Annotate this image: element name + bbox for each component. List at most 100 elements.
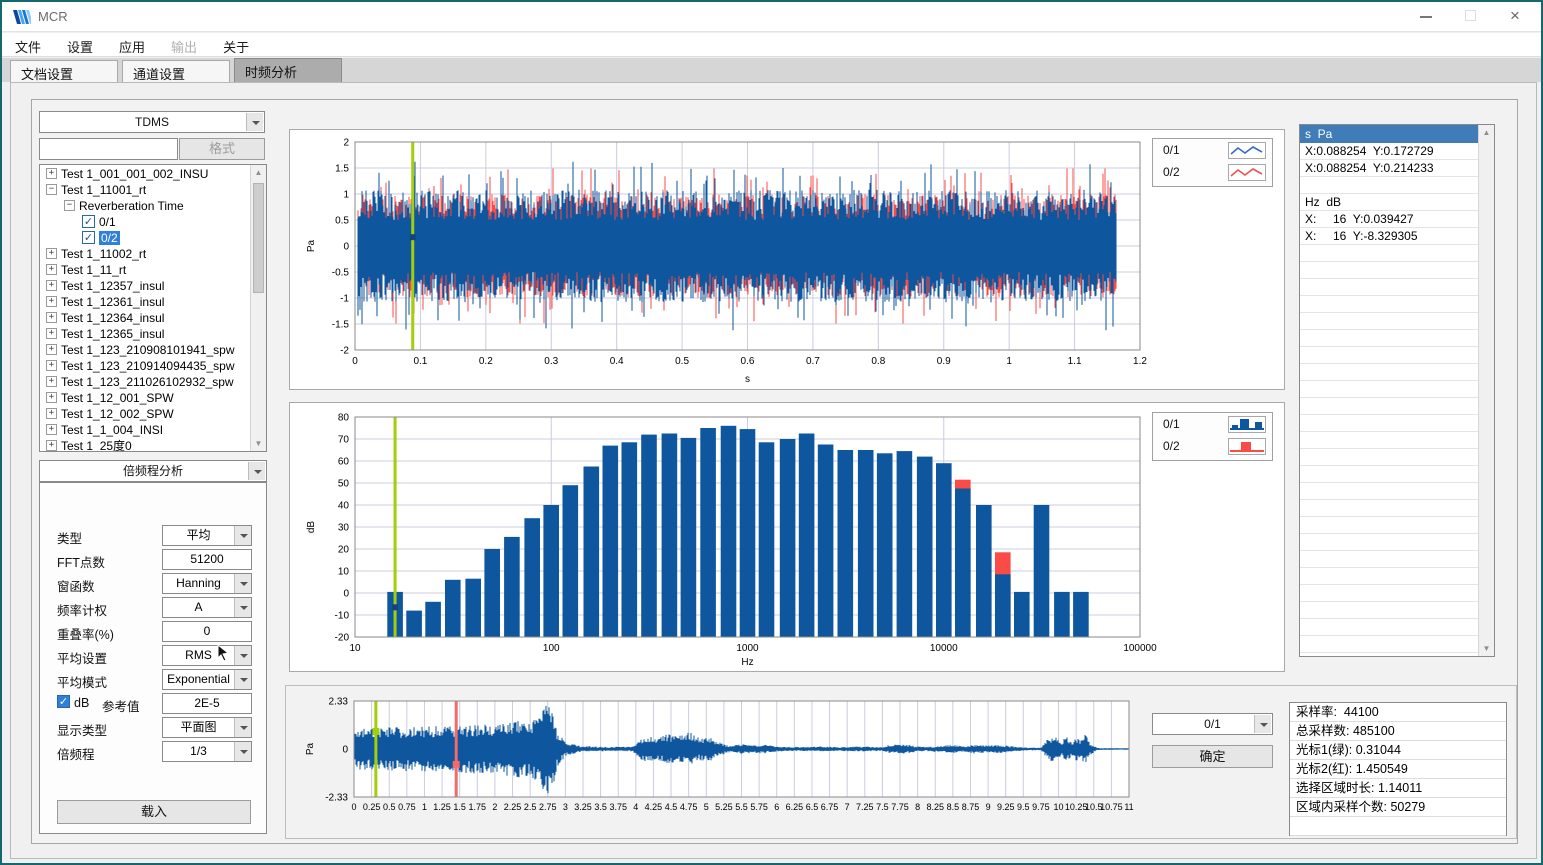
legend-item[interactable]: 0/1 bbox=[1153, 413, 1272, 435]
tree-item[interactable]: ✓0/1 bbox=[40, 213, 250, 229]
tree-item[interactable]: +Test 1_123_210914094435_spw bbox=[40, 357, 250, 373]
tree-item[interactable]: +Test 1_12361_insul bbox=[40, 293, 250, 309]
tree-item[interactable]: +Test 1_1_004_INSI bbox=[40, 421, 250, 437]
cursor-list-row[interactable] bbox=[1300, 313, 1478, 330]
title-bar[interactable]: MCR × bbox=[2, 2, 1541, 32]
expand-icon[interactable]: + bbox=[46, 296, 57, 307]
chevron-down-icon[interactable] bbox=[234, 670, 251, 689]
setting-input[interactable]: 2E-5 bbox=[162, 693, 252, 714]
overview-waveform-chart[interactable]: 2.330-2.3300.250.50.7511.251.51.7522.252… bbox=[289, 689, 1141, 834]
db-checkbox[interactable]: ✓ bbox=[57, 695, 70, 708]
tree-item[interactable]: +Test 1_12357_insul bbox=[40, 277, 250, 293]
cursor-list-row[interactable] bbox=[1300, 466, 1478, 483]
setting-select[interactable]: Hanning bbox=[162, 573, 252, 594]
tree-item[interactable]: +Test 1_123_211026102932_spw bbox=[40, 373, 250, 389]
scroll-up-icon[interactable]: ▲ bbox=[251, 165, 266, 180]
scroll-down-icon[interactable]: ▼ bbox=[251, 436, 266, 451]
tree-item[interactable]: +Test 1_123_210908101941_spw bbox=[40, 341, 250, 357]
expand-icon[interactable]: + bbox=[46, 360, 57, 371]
cursor-list-row[interactable] bbox=[1300, 602, 1478, 619]
setting-select[interactable]: 平面图 bbox=[162, 717, 252, 738]
cursor-list-row[interactable] bbox=[1300, 483, 1478, 500]
tree-item[interactable]: −Test 1_11001_rt bbox=[40, 181, 250, 197]
cursor-list-row[interactable] bbox=[1300, 330, 1478, 347]
legend-item[interactable]: 0/2 bbox=[1153, 435, 1272, 457]
menu-item-3[interactable]: 应用 bbox=[106, 33, 158, 60]
tree-scrollbar[interactable]: ▲ ▼ bbox=[250, 165, 266, 451]
maximize-button[interactable] bbox=[1451, 2, 1491, 30]
cursor-list-row[interactable] bbox=[1300, 619, 1478, 636]
cursor-list-row[interactable] bbox=[1300, 636, 1478, 653]
chevron-down-icon[interactable] bbox=[234, 742, 251, 761]
cursor-list-row[interactable] bbox=[1300, 177, 1478, 194]
chevron-down-icon[interactable] bbox=[234, 526, 251, 545]
tree-item[interactable]: +Test 1_12_002_SPW bbox=[40, 405, 250, 421]
overview-channel-combo[interactable]: 0/1 bbox=[1152, 713, 1273, 735]
tab-3[interactable]: 时频分析 bbox=[234, 58, 342, 82]
octave-spectrum-chart[interactable]: 80706050403020100-10-2010100100010000100… bbox=[290, 403, 1284, 671]
cursor-list-row[interactable] bbox=[1300, 432, 1478, 449]
tree-item-checkbox[interactable]: ✓ bbox=[82, 231, 95, 244]
cursor-list-row[interactable] bbox=[1300, 517, 1478, 534]
cursor-list-row[interactable]: X: 16 Y:-8.329305 bbox=[1300, 228, 1478, 245]
tree-item[interactable]: +Test 1_11002_rt bbox=[40, 245, 250, 261]
menu-item-2[interactable]: 设置 bbox=[54, 33, 106, 60]
tree-item-checkbox[interactable]: ✓ bbox=[82, 215, 95, 228]
cursor-list-row[interactable]: X:0.088254 Y:0.214233 bbox=[1300, 160, 1478, 177]
close-button[interactable]: × bbox=[1495, 2, 1535, 30]
expand-icon[interactable]: + bbox=[46, 344, 57, 355]
tree-item[interactable]: +Test 1_12364_insul bbox=[40, 309, 250, 325]
cursor-list-row[interactable] bbox=[1300, 398, 1478, 415]
cursor-list-row[interactable] bbox=[1300, 347, 1478, 364]
expand-icon[interactable]: + bbox=[46, 312, 57, 323]
expand-icon[interactable]: + bbox=[46, 280, 57, 291]
cursor-list-row[interactable]: X:0.088254 Y:0.172729 bbox=[1300, 143, 1478, 160]
expand-icon[interactable]: + bbox=[46, 408, 57, 419]
setting-input[interactable]: 51200 bbox=[162, 549, 252, 570]
cursor-list-row[interactable] bbox=[1300, 534, 1478, 551]
menu-item-1[interactable]: 文件 bbox=[2, 33, 54, 60]
cursor-list-row[interactable] bbox=[1300, 262, 1478, 279]
cursor-list-row[interactable] bbox=[1300, 364, 1478, 381]
cursor-list-row[interactable] bbox=[1300, 381, 1478, 398]
legend-item[interactable]: 0/1 bbox=[1153, 139, 1272, 161]
chevron-down-icon[interactable] bbox=[234, 574, 251, 593]
menu-item-4[interactable]: 输出 bbox=[158, 33, 210, 60]
cursor-list-row[interactable] bbox=[1300, 449, 1478, 466]
cursor-list-row[interactable] bbox=[1300, 585, 1478, 602]
file-format-combo[interactable]: TDMS bbox=[39, 111, 265, 133]
scroll-down-icon[interactable]: ▼ bbox=[1479, 641, 1494, 656]
tab-1[interactable]: 文档设置 bbox=[10, 60, 118, 82]
cursor-panel-scrollbar[interactable]: ▲ ▼ bbox=[1478, 125, 1494, 656]
tree-item[interactable]: +Test 1_12_001_SPW bbox=[40, 389, 250, 405]
setting-select[interactable]: 平均 bbox=[162, 525, 252, 546]
expand-icon[interactable]: + bbox=[46, 392, 57, 403]
minimize-button[interactable] bbox=[1406, 2, 1446, 30]
scroll-up-icon[interactable]: ▲ bbox=[1479, 125, 1494, 140]
tree-item[interactable]: +Test 1_11_rt bbox=[40, 261, 250, 277]
tree-scrollbar-thumb[interactable] bbox=[253, 183, 264, 293]
cursor-list-row[interactable] bbox=[1300, 500, 1478, 517]
cursor-list-row[interactable] bbox=[1300, 296, 1478, 313]
cursor-list-row[interactable] bbox=[1300, 245, 1478, 262]
tree-item[interactable]: ✓0/2 bbox=[40, 229, 250, 245]
expand-icon[interactable]: + bbox=[46, 248, 57, 259]
filter-input[interactable] bbox=[39, 138, 178, 160]
tab-2[interactable]: 通道设置 bbox=[122, 60, 230, 82]
tree-item[interactable]: −Reverberation Time bbox=[40, 197, 250, 213]
expand-icon[interactable]: + bbox=[46, 168, 57, 179]
confirm-button[interactable]: 确定 bbox=[1152, 745, 1273, 768]
tree-item[interactable]: +Test 1_25度0 bbox=[40, 437, 250, 451]
chevron-down-icon[interactable] bbox=[234, 718, 251, 737]
cursor-list-row[interactable] bbox=[1300, 568, 1478, 585]
format-button[interactable]: 格式 bbox=[179, 138, 265, 160]
menu-item-5[interactable]: 关于 bbox=[210, 33, 262, 60]
setting-select[interactable]: RMS bbox=[162, 645, 252, 666]
cursor-list-row[interactable] bbox=[1300, 415, 1478, 432]
expand-icon[interactable]: + bbox=[46, 328, 57, 339]
collapse-icon[interactable]: − bbox=[46, 184, 57, 195]
tree-item[interactable]: +Test 1_12365_insul bbox=[40, 325, 250, 341]
legend-item[interactable]: 0/2 bbox=[1153, 161, 1272, 183]
expand-icon[interactable]: + bbox=[46, 440, 57, 451]
setting-select[interactable]: A bbox=[162, 597, 252, 618]
